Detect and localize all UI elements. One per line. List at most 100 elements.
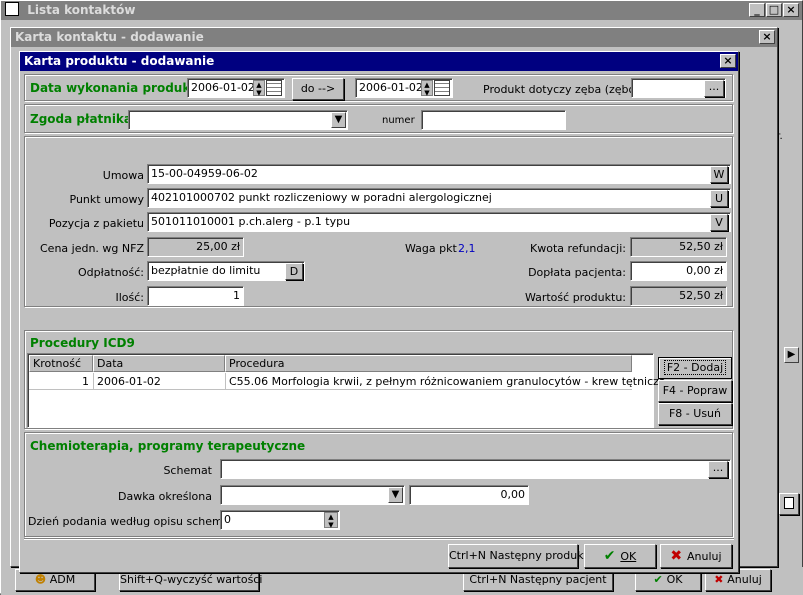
- ok-button[interactable]: ✔ OK: [584, 544, 656, 568]
- dialog-close-button[interactable]: ×: [720, 54, 736, 68]
- icd9-edit-button[interactable]: F4 - Popraw: [658, 380, 732, 402]
- punkt-label: Punkt umowy: [69, 193, 145, 206]
- maximize-button[interactable]: □: [766, 3, 782, 17]
- dawka-dropdown-icon[interactable]: ▼: [388, 487, 403, 503]
- bg-next-patient-label: Ctrl+N Następny pacjent: [469, 573, 607, 586]
- payer-consent-select[interactable]: [128, 110, 348, 130]
- umowa-w-label: W: [713, 168, 725, 181]
- dzien-spinner[interactable]: ▲ ▼: [324, 512, 338, 529]
- dawka-label: Dawka określona: [118, 490, 212, 503]
- wartosc-input: 52,50 zł: [630, 286, 727, 306]
- odplatnosc-d-label: D: [289, 265, 299, 278]
- table-row[interactable]: 1 2006-01-02 C55.06 Morfologia krwii, z …: [29, 373, 666, 390]
- date-to-arrow-label: do -->: [300, 82, 336, 95]
- dawka-value: 0,00: [500, 488, 526, 501]
- pozycja-label: Pozycja z pakietu: [48, 217, 144, 230]
- dawka-value-input[interactable]: 0,00: [409, 485, 529, 505]
- icd9-col-procedura[interactable]: Procedura: [225, 355, 632, 372]
- cancel-label: Anuluj: [687, 550, 722, 563]
- product-card-dialog: Karta produktu - dodawanie × Data wykona…: [19, 51, 739, 573]
- punkt-input[interactable]: 402101000702 punkt rozliczeniowy w porad…: [147, 188, 731, 208]
- umowa-label: Umowa: [102, 169, 144, 182]
- waga-value: 2,1: [458, 242, 476, 255]
- side-calc-button[interactable]: [779, 493, 799, 515]
- icd9-row-krotnosc: 1: [82, 375, 89, 388]
- umowa-w-button[interactable]: W: [710, 166, 728, 183]
- punkt-u-button[interactable]: U: [710, 190, 728, 207]
- side-scroll-right-icon[interactable]: ▶: [784, 347, 799, 363]
- odplatnosc-value: bezpłatnie do limitu: [151, 264, 261, 277]
- ok-label: OK: [620, 550, 637, 563]
- bg-clear-label: Shift+Q-wyczyść wartości: [120, 573, 263, 586]
- numer-input[interactable]: [421, 110, 566, 130]
- close-button[interactable]: ×: [783, 3, 799, 17]
- date-label: Data wykonania produktu: [30, 81, 205, 95]
- product-card-title: Karta produktu - dodawanie: [24, 54, 215, 68]
- doplata-input[interactable]: 0,00 zł: [630, 261, 727, 281]
- dzien-label: Dzień podania według opisu schematu: [28, 515, 241, 528]
- next-product-label: Ctrl+N Następny produkt: [449, 549, 588, 562]
- bg-adm-label: ADM: [49, 573, 76, 586]
- pozycja-v-button[interactable]: V: [710, 214, 728, 231]
- icd9-add-label: F2 - Dodaj: [663, 360, 727, 375]
- doplata-value: 0,00 zł: [686, 264, 723, 277]
- payer-consent-dropdown-icon[interactable]: ▼: [331, 112, 346, 128]
- calendar-to-icon[interactable]: [434, 80, 450, 96]
- date-to-spinner[interactable]: ▲ ▼: [421, 80, 433, 97]
- date-from-value: 2006-01-02: [191, 81, 255, 94]
- date-to-arrow-button[interactable]: do -->: [292, 78, 344, 100]
- cancel-button[interactable]: ✖ Anuluj: [660, 544, 732, 568]
- contact-card-close-button[interactable]: ×: [759, 30, 775, 44]
- date-from-spinner[interactable]: ▲ ▼: [253, 80, 265, 97]
- kwota-label: Kwota refundacji:: [530, 242, 626, 255]
- icd9-title: Procedury ICD9: [30, 336, 135, 350]
- icd9-col-data[interactable]: Data: [93, 355, 225, 372]
- x-icon: ✖: [670, 548, 688, 564]
- calendar-from-icon[interactable]: [266, 80, 282, 96]
- tooth-label: Produkt dotyczy zęba (zębów): [483, 83, 649, 96]
- doplata-label: Dopłata pacjenta:: [528, 266, 626, 279]
- schemat-input[interactable]: [220, 459, 731, 479]
- contacts-list-titlebar: Lista kontaktów _ □ ×: [1, 1, 802, 20]
- icd9-delete-label: F8 - Usuń: [668, 407, 721, 420]
- chemo-title: Chemioterapia, programy terapeutyczne: [30, 439, 306, 453]
- contacts-list-title: Lista kontaktów: [27, 3, 136, 17]
- icd9-add-button[interactable]: F2 - Dodaj: [658, 357, 732, 379]
- umowa-value: 15-00-04959-06-02: [151, 167, 258, 180]
- icd9-table[interactable]: Krotność Data Procedura 1 2006-01-02 C55…: [27, 353, 666, 428]
- calculator-icon: [784, 497, 794, 509]
- schemat-browse-label: ...: [712, 461, 724, 474]
- dzien-input[interactable]: 0: [220, 510, 340, 530]
- odplatnosc-d-button[interactable]: D: [285, 263, 303, 280]
- user-icon: ☻: [34, 573, 50, 586]
- odplatnosc-input[interactable]: bezpłatnie do limitu: [147, 261, 305, 281]
- dawka-select[interactable]: [220, 485, 405, 505]
- contact-card-titlebar: Karta kontaktu - dodawanie ×: [11, 28, 777, 47]
- icd9-col-krotnosc[interactable]: Krotność: [29, 355, 93, 372]
- punkt-u-label: U: [714, 192, 724, 205]
- check-icon: ✔: [653, 573, 667, 586]
- minimize-button[interactable]: _: [749, 3, 765, 17]
- numer-label: numer: [382, 115, 415, 126]
- icd9-row-data: 2006-01-02: [97, 375, 161, 388]
- schemat-browse-button[interactable]: ...: [708, 461, 728, 478]
- ilosc-input[interactable]: 1: [147, 286, 244, 306]
- pozycja-value: 501011010001 p.ch.alerg - p.1 typu: [151, 215, 351, 228]
- bg-ok-label: OK: [666, 573, 683, 586]
- pozycja-input[interactable]: 501011010001 p.ch.alerg - p.1 typu: [147, 212, 731, 232]
- ilosc-value: 1: [233, 289, 240, 302]
- next-product-button[interactable]: Ctrl+N Następny produkt: [448, 544, 588, 568]
- tooth-browse-button[interactable]: ...: [704, 80, 724, 97]
- icd9-delete-button[interactable]: F8 - Usuń: [658, 403, 732, 425]
- app-icon: [5, 2, 19, 16]
- footer-separator: [24, 538, 734, 540]
- date-to-value: 2006-01-02: [359, 81, 423, 94]
- check-icon: ✔: [603, 548, 621, 564]
- umowa-input[interactable]: 15-00-04959-06-02: [147, 164, 731, 184]
- x-icon: ✖: [714, 573, 728, 586]
- cena-label: Cena jedn. wg NFZ: [40, 242, 144, 255]
- product-card-titlebar: Karta produktu - dodawanie ×: [20, 52, 738, 71]
- pozycja-v-label: V: [715, 216, 723, 229]
- schemat-label: Schemat: [163, 464, 212, 477]
- payer-consent-label: Zgoda płatnika: [30, 112, 133, 126]
